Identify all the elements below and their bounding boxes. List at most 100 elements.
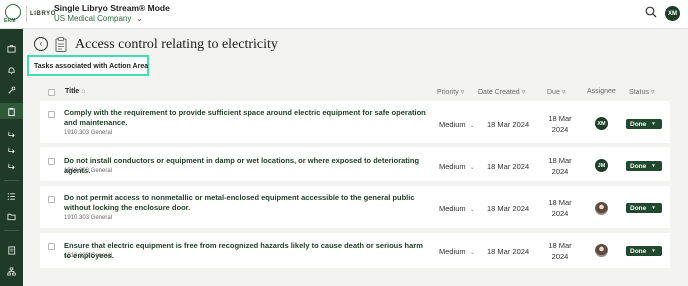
column-title-label: Title [65, 88, 80, 95]
company-selector[interactable]: US Medical Company [54, 14, 131, 23]
folder-icon[interactable] [0, 208, 23, 224]
column-status[interactable]: Status ▿ [629, 88, 654, 96]
org-chart-icon[interactable] [0, 263, 23, 279]
filter-icon[interactable]: ▿ [522, 89, 526, 96]
wrench-icon[interactable] [0, 82, 23, 98]
status-value: Done [630, 162, 647, 170]
filter-icon[interactable]: ▿ [461, 89, 465, 96]
bell-icon[interactable] [0, 62, 23, 78]
due-date: 18 Mar 2024 [545, 197, 575, 219]
due-date-year: 2024 [551, 252, 569, 261]
table-row[interactable]: Do not install conductors or equipment i… [40, 147, 670, 181]
arrow-right-icon[interactable] [0, 158, 23, 174]
chevron-down-icon: ⌄ [469, 207, 475, 213]
assignee-avatar[interactable]: JM [595, 159, 608, 172]
due-date-year: 2024 [551, 209, 569, 218]
clipboard-icon [55, 37, 67, 52]
erm-logo-text: ERM [4, 18, 16, 24]
priority-select[interactable]: Medium ⌄ [439, 247, 475, 256]
arrow-right-icon[interactable] [0, 126, 23, 142]
assignee-avatar[interactable]: XM [595, 117, 608, 130]
row-checkbox[interactable] [48, 196, 55, 203]
due-date-day: 18 Mar [548, 198, 572, 207]
clipboard-icon[interactable] [0, 103, 23, 119]
chevron-down-icon[interactable]: ⌄ [136, 14, 143, 23]
due-date-year: 2024 [551, 125, 569, 134]
back-button[interactable]: ‹ [34, 37, 48, 51]
due-date-day: 18 Mar [548, 241, 572, 250]
column-date-created[interactable]: Date Created ▿ [478, 88, 525, 96]
chevron-left-icon: ‹ [39, 39, 43, 48]
row-checkbox[interactable] [48, 111, 55, 118]
column-status-label: Status [629, 89, 649, 96]
stream-mode-title: Single Libryo Stream® Mode [54, 3, 170, 13]
arrow-right-icon[interactable] [0, 142, 23, 158]
due-date: 18 Mar 2024 [545, 113, 575, 135]
task-reference: 1910.303 General [64, 215, 113, 221]
search-icon[interactable] [645, 6, 657, 18]
table-row[interactable]: Comply with the requirement to provide s… [40, 101, 670, 143]
due-date-day: 18 Mar [548, 114, 572, 123]
status-dropdown[interactable]: Done ▾ [626, 161, 662, 171]
status-dropdown[interactable]: Done ▾ [626, 203, 662, 213]
table-row[interactable]: Ensure that electric equipment is free f… [40, 233, 670, 268]
chevron-down-icon: ⌄ [469, 250, 475, 256]
task-title[interactable]: Ensure that electric equipment is free f… [64, 241, 428, 261]
row-checkbox[interactable] [48, 243, 55, 250]
priority-value: Medium [439, 162, 466, 171]
due-date: 18 Mar 2024 [545, 240, 575, 262]
column-priority[interactable]: Priority ▿ [437, 88, 464, 96]
libryo-logo: LIBRYO [30, 11, 57, 17]
date-created: 18 Mar 2024 [487, 162, 530, 171]
date-created: 18 Mar 2024 [487, 247, 530, 256]
top-bar: ERM LIBRYO Single Libryo Stream® Mode US… [0, 0, 688, 29]
task-title[interactable]: Do not install conductors or equipment i… [64, 156, 428, 176]
column-assignee: Assignee [587, 88, 616, 95]
select-all-checkbox[interactable] [48, 89, 55, 96]
date-created: 18 Mar 2024 [487, 204, 530, 213]
table-row[interactable]: Do not permit access to nonmetallic or m… [40, 186, 670, 228]
logo-divider [26, 6, 27, 22]
task-reference: 1910.303 General [64, 130, 113, 136]
assignee-avatar[interactable] [595, 244, 608, 257]
column-title[interactable]: Title ⌂ [65, 88, 85, 95]
table-header: Title ⌂ Priority ▿ Date Created ▿ Due ▿ … [40, 86, 670, 99]
filter-icon[interactable]: ▿ [562, 89, 566, 96]
column-date-created-label: Date Created [478, 89, 520, 96]
status-value: Done [630, 120, 647, 128]
book-icon[interactable] [0, 242, 23, 258]
due-date: 18 Mar 2024 [545, 155, 575, 177]
status-dropdown[interactable]: Done ▾ [626, 246, 662, 256]
action-area-tasks-tab[interactable]: Tasks associated with Action Area [27, 55, 149, 76]
column-due-label: Due [547, 89, 560, 96]
chevron-down-icon: ⌄ [469, 165, 475, 171]
sidebar-divider [4, 180, 19, 181]
task-title[interactable]: Do not permit access to nonmetallic or m… [64, 193, 428, 213]
task-title[interactable]: Comply with the requirement to provide s… [64, 108, 428, 128]
chevron-down-icon: ⌄ [469, 123, 475, 129]
task-reference: 1910.303 General [64, 253, 113, 259]
priority-select[interactable]: Medium ⌄ [439, 162, 475, 171]
priority-select[interactable]: Medium ⌄ [439, 120, 475, 129]
chevron-down-icon: ▾ [652, 163, 655, 169]
column-priority-label: Priority [437, 89, 459, 96]
status-value: Done [630, 247, 647, 255]
assignee-avatar[interactable] [595, 202, 608, 215]
task-reference: 1910.303 General [64, 168, 113, 174]
sort-icon[interactable]: ⌂ [81, 88, 85, 95]
status-dropdown[interactable]: Done ▾ [626, 119, 662, 129]
chevron-down-icon: ▾ [652, 205, 655, 211]
priority-select[interactable]: Medium ⌄ [439, 204, 475, 213]
column-due[interactable]: Due ▿ [547, 88, 565, 96]
briefcase-icon[interactable] [0, 40, 23, 56]
list-icon[interactable] [0, 188, 23, 204]
sidebar [0, 29, 23, 286]
chevron-down-icon: ▾ [652, 248, 655, 254]
chevron-down-icon: ▾ [652, 121, 655, 127]
row-checkbox[interactable] [48, 158, 55, 165]
filter-icon[interactable]: ▿ [651, 89, 655, 96]
user-avatar[interactable]: XM [665, 6, 680, 21]
page-title: Access control relating to electricity [75, 37, 278, 52]
priority-value: Medium [439, 204, 466, 213]
priority-value: Medium [439, 247, 466, 256]
